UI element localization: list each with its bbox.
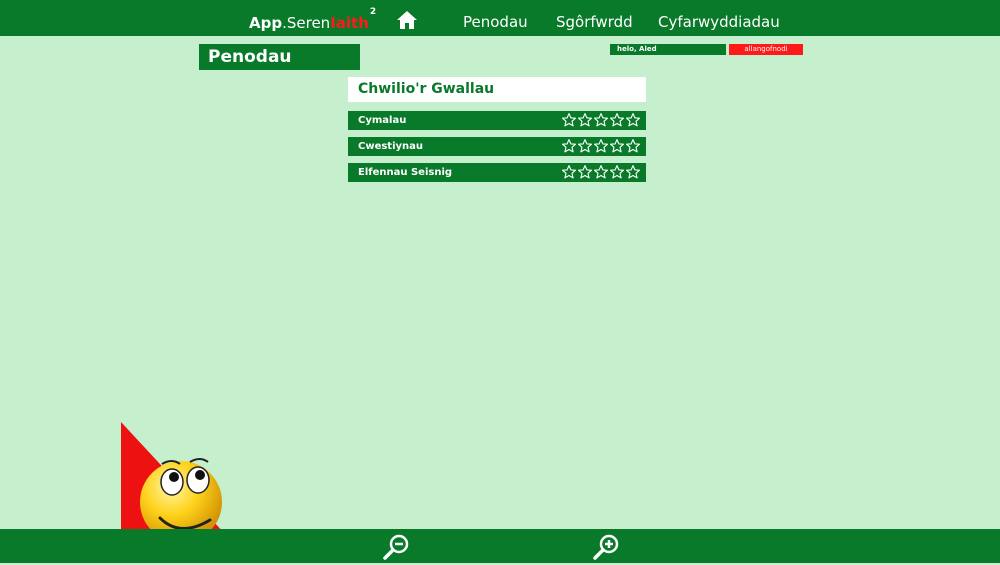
chapter-label: Cymalau: [358, 115, 407, 126]
star-empty-icon: [594, 165, 608, 179]
star-empty-icon: [562, 139, 576, 153]
brand-app: App: [249, 14, 283, 32]
star-empty-icon: [578, 139, 592, 153]
star-rating: [562, 113, 642, 128]
star-empty-icon: [610, 165, 624, 179]
chapter-row-elfennau-seisnig[interactable]: Elfennau Seisnig: [348, 163, 646, 182]
star-empty-icon: [626, 139, 640, 153]
star-empty-icon: [562, 165, 576, 179]
zoom-out-icon: [383, 534, 409, 560]
brand-iaith: Iaith: [330, 14, 369, 32]
nav-link-penodau[interactable]: Penodau: [463, 8, 528, 36]
user-greeting: helo, Aled: [610, 44, 726, 55]
star-rating: [562, 165, 642, 180]
panel-title: Chwilio'r Gwallau: [348, 77, 646, 102]
star-empty-icon: [562, 113, 576, 127]
star-empty-icon: [626, 165, 640, 179]
star-rating: [562, 139, 642, 154]
star-empty-icon: [578, 113, 592, 127]
star-empty-icon: [610, 139, 624, 153]
star-empty-icon: [578, 165, 592, 179]
nav-link-sgorfwrdd[interactable]: Sgôrfwrdd: [556, 8, 633, 36]
chapter-label: Cwestiynau: [358, 141, 424, 152]
chapter-row-cwestiynau[interactable]: Cwestiynau: [348, 137, 646, 156]
bottom-toolbar: [0, 529, 1000, 563]
chapter-row-cymalau[interactable]: Cymalau: [348, 111, 646, 130]
home-icon: [397, 11, 417, 29]
app-logo[interactable]: App.SerenIaith2: [249, 5, 376, 35]
home-button[interactable]: [397, 11, 417, 29]
brand-seren: .Seren: [282, 14, 331, 32]
star-empty-icon: [610, 113, 624, 127]
zoom-out-button[interactable]: [382, 533, 410, 561]
top-nav-bar: App.SerenIaith2 Penodau Sgôrfwrdd Cyfarw…: [0, 0, 1000, 36]
star-empty-icon: [594, 113, 608, 127]
nav-link-cyfarwyddiadau[interactable]: Cyfarwyddiadau: [658, 8, 780, 36]
star-empty-icon: [594, 139, 608, 153]
logout-button[interactable]: allangofnodi: [729, 44, 803, 55]
zoom-in-icon: [593, 534, 619, 560]
brand-superscript: 2: [369, 7, 377, 17]
page-title: Penodau: [199, 44, 360, 70]
zoom-in-button[interactable]: [592, 533, 620, 561]
star-empty-icon: [626, 113, 640, 127]
chapter-label: Elfennau Seisnig: [358, 167, 453, 178]
